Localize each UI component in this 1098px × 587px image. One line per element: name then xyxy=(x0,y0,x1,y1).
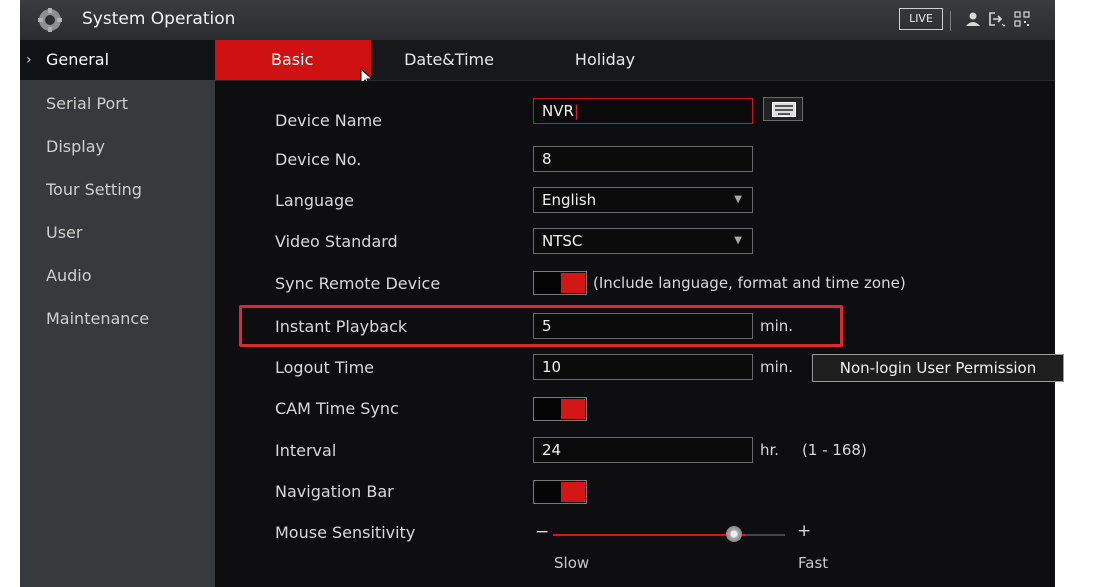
sidebar-item-general[interactable]: › General xyxy=(20,40,215,80)
device-name-value: NVR xyxy=(542,102,574,120)
logout-time-field[interactable]: 10 xyxy=(533,354,753,380)
settings-panel: Device Name NVR| Device No. 8 Language E… xyxy=(215,81,1064,587)
logout-time-value: 10 xyxy=(542,358,562,376)
interval-range: (1 - 168) xyxy=(802,441,867,459)
slider-handle[interactable] xyxy=(726,526,742,542)
sidebar-item-serial-port[interactable]: Serial Port xyxy=(20,84,215,124)
chevron-right-icon: › xyxy=(26,52,32,68)
device-no-label: Device No. xyxy=(275,150,362,169)
interval-label: Interval xyxy=(275,441,337,460)
instant-playback-label: Instant Playback xyxy=(275,317,408,336)
keyboard-button[interactable] xyxy=(763,97,803,121)
logout-time-unit: min. xyxy=(760,358,794,376)
slider-slow-label: Slow xyxy=(554,554,590,572)
device-name-label: Device Name xyxy=(275,111,383,130)
sidebar-item-label: General xyxy=(46,50,110,69)
instant-playback-unit: min. xyxy=(760,317,794,335)
sidebar-item-display[interactable]: Display xyxy=(20,127,215,167)
instant-playback-value: 5 xyxy=(542,317,552,335)
language-label: Language xyxy=(275,191,354,210)
sidebar-item-tour-setting[interactable]: Tour Setting xyxy=(20,170,215,210)
tab-date-time[interactable]: Date&Time xyxy=(371,40,527,80)
sidebar: › General Serial Port Display Tour Setti… xyxy=(20,40,215,587)
device-name-field[interactable]: NVR| xyxy=(533,98,753,124)
logout-time-label: Logout Time xyxy=(275,358,375,377)
tab-label: Basic xyxy=(271,50,314,69)
app-window: System Operation LIVE › General Serial P… xyxy=(20,0,1064,587)
language-value: English xyxy=(542,191,597,209)
dropdown-arrow-icon: ▼ xyxy=(734,194,742,205)
cam-time-sync-label: CAM Time Sync xyxy=(275,399,399,418)
toggle-knob xyxy=(561,399,585,419)
tab-label: Date&Time xyxy=(404,50,494,69)
tab-bar: Basic Date&Time Holiday xyxy=(215,40,1055,88)
toggle-knob xyxy=(561,273,585,293)
sidebar-item-user[interactable]: User xyxy=(20,213,215,253)
tab-label: Holiday xyxy=(574,50,636,69)
gear-logo-icon xyxy=(38,8,62,32)
slider-empty-track xyxy=(745,534,785,536)
mouse-sensitivity-label: Mouse Sensitivity xyxy=(275,523,416,542)
sidebar-item-label: Serial Port xyxy=(46,94,129,113)
interval-field[interactable]: 24 xyxy=(533,437,753,463)
device-no-value: 8 xyxy=(542,150,552,168)
video-standard-select[interactable]: NTSC ▼ xyxy=(533,228,753,254)
tab-holiday[interactable]: Holiday xyxy=(527,40,683,80)
slider-fast-label: Fast xyxy=(798,554,829,572)
slider-minus[interactable]: − xyxy=(535,522,549,542)
navigation-bar-label: Navigation Bar xyxy=(275,482,394,501)
sidebar-item-label: Audio xyxy=(46,266,92,285)
app-title: System Operation xyxy=(82,9,236,29)
toggle-knob xyxy=(561,482,585,502)
sidebar-item-maintenance[interactable]: Maintenance xyxy=(20,299,215,339)
sidebar-item-label: Maintenance xyxy=(46,309,150,328)
cam-time-sync-toggle[interactable] xyxy=(533,397,587,421)
sync-remote-label: Sync Remote Device xyxy=(275,274,441,293)
live-button[interactable]: LIVE xyxy=(899,8,943,30)
title-bar: System Operation LIVE xyxy=(20,0,1055,41)
device-no-field[interactable]: 8 xyxy=(533,146,753,172)
toolbar-divider xyxy=(950,11,951,31)
sync-remote-note: (Include language, format and time zone) xyxy=(593,274,906,292)
slider-plus[interactable]: + xyxy=(797,521,811,541)
non-login-user-permission-button[interactable]: Non-login User Permission xyxy=(812,354,1064,382)
interval-value: 24 xyxy=(542,441,562,459)
tab-basic[interactable]: Basic xyxy=(215,40,371,80)
sync-remote-toggle[interactable] xyxy=(533,271,587,295)
instant-playback-field[interactable]: 5 xyxy=(533,313,753,339)
sidebar-item-label: Tour Setting xyxy=(46,180,142,199)
dropdown-arrow-icon: ▼ xyxy=(734,235,742,246)
language-select[interactable]: English ▼ xyxy=(533,187,753,213)
text-caret: | xyxy=(573,102,579,120)
navigation-bar-toggle[interactable] xyxy=(533,480,587,504)
sidebar-item-label: User xyxy=(46,223,83,242)
sidebar-item-audio[interactable]: Audio xyxy=(20,256,215,296)
video-standard-label: Video Standard xyxy=(275,232,398,251)
qr-grid-icon[interactable] xyxy=(1013,10,1031,28)
interval-unit: hr. xyxy=(760,441,780,459)
sidebar-item-label: Display xyxy=(46,137,105,156)
keyboard-icon xyxy=(772,102,796,117)
slider-filled-track xyxy=(553,534,745,536)
logout-icon[interactable] xyxy=(987,10,1005,28)
user-icon[interactable] xyxy=(964,10,982,28)
video-standard-value: NTSC xyxy=(542,232,583,250)
